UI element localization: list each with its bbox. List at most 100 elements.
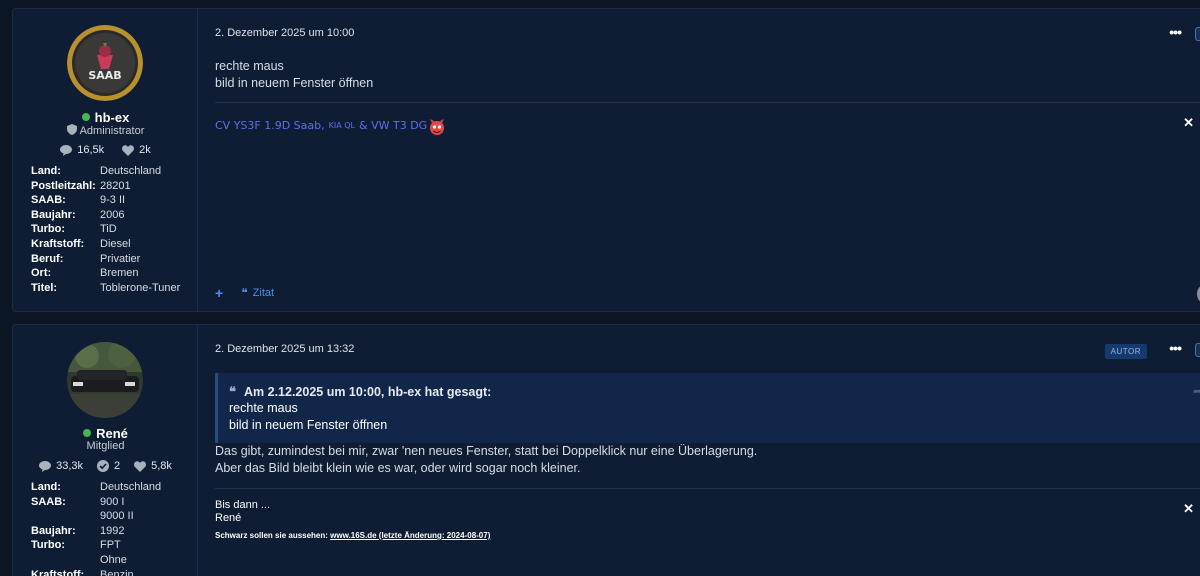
field-key: [31, 553, 100, 568]
user-field-row: Titel: Toblerone-Tuner: [31, 281, 180, 296]
user-field-row: Ort: Bremen: [31, 266, 180, 281]
post-1: SAAB hb-ex Administrator 16,5k 2k Land: D…: [12, 8, 1200, 312]
post-2: René Mitglied 33,3k 2 5,8k Land: Deutschl…: [12, 324, 1200, 576]
like-count-value: 2k: [139, 144, 151, 156]
username-text[interactable]: hb-ex: [95, 110, 130, 125]
select-checkbox[interactable]: [1195, 343, 1200, 357]
field-value: Bremen: [100, 267, 139, 280]
post-author-sidebar: René Mitglied 33,3k 2 5,8k Land: Deutschl…: [13, 325, 198, 576]
solution-count-value: 2: [114, 460, 121, 472]
quote-icon: ❝: [229, 384, 236, 399]
post-content: 2. Dezember 2025 um 10:00 ••• rechte mau…: [199, 9, 1200, 311]
signature: Bis dann ... René: [215, 499, 270, 525]
field-value: 900 I: [100, 495, 125, 508]
post-date[interactable]: 2. Dezember 2025 um 10:00: [215, 27, 354, 39]
quote-header[interactable]: ❝ Am 2.12.2025 um 10:00, hb-ex hat gesag…: [229, 384, 491, 400]
quote-button[interactable]: ❝ Zitat: [241, 286, 274, 300]
avatar[interactable]: [67, 342, 143, 418]
quote-body: rechte maus bild in neuem Fenster öffnen: [229, 400, 387, 433]
field-value: Deutschland: [100, 481, 162, 493]
field-key: Ort:: [31, 267, 52, 280]
user-role-text: Administrator: [79, 125, 145, 137]
field-key: Land:: [31, 165, 61, 177]
user-field-row: Kraftstoff: Benzin: [31, 568, 161, 576]
user-stats: 16,5k 2k: [13, 144, 198, 156]
field-value: Diesel: [100, 237, 131, 250]
signature-text[interactable]: & VW T3 DG: [359, 119, 427, 132]
username[interactable]: René: [13, 426, 198, 441]
signature-divider: [215, 102, 1200, 103]
message-count[interactable]: 33,3k: [39, 460, 83, 472]
field-value: Toblerone-Tuner: [100, 281, 181, 294]
message-count[interactable]: 16,5k: [60, 144, 104, 156]
quote-block: ❝ Am 2.12.2025 um 10:00, hb-ex hat gesag…: [215, 373, 1200, 443]
quote-line: rechte maus: [229, 401, 298, 415]
username-text[interactable]: René: [96, 426, 128, 441]
username[interactable]: hb-ex: [13, 110, 198, 125]
like-count[interactable]: 2k: [122, 144, 151, 156]
select-checkbox[interactable]: [1195, 27, 1200, 41]
solution-count[interactable]: 2: [97, 460, 120, 472]
field-key: Kraftstoff:: [31, 568, 85, 576]
message-line: bild in neuem Fenster öffnen: [215, 75, 374, 90]
field-value: Deutschland: [100, 165, 162, 177]
heart-icon: [122, 144, 135, 156]
post-date[interactable]: 2. Dezember 2025 um 13:32: [215, 343, 354, 355]
field-key: Postleitzahl:: [31, 179, 96, 192]
signature-line: Bis dann ...: [215, 499, 271, 511]
plus-button[interactable]: +: [215, 285, 223, 301]
signature-link[interactable]: CV YS3F 1.9D Saab, KIA QL & VW T3 DG: [215, 114, 446, 136]
signature-website-link[interactable]: www.16S.de (letzte Änderung: 2024-08-07): [330, 531, 490, 540]
checkmark-circle-icon: [97, 460, 109, 472]
more-options-icon[interactable]: •••: [1169, 340, 1182, 356]
post-message: rechte maus bild in neuem Fenster öffnen: [215, 58, 373, 91]
field-value: FPT: [100, 539, 121, 552]
user-field-row: Land: Deutschland: [31, 480, 161, 495]
user-field-row: 9000 II: [31, 509, 161, 524]
share-icon[interactable]: ➦: [1193, 384, 1200, 398]
quote-button-label: Zitat: [252, 287, 275, 299]
chat-bubble-icon: [39, 460, 52, 472]
signature-divider: [215, 488, 1200, 489]
close-icon[interactable]: ✕: [1183, 501, 1194, 517]
message-count-value: 33,3k: [56, 460, 83, 472]
post-content: 2. Dezember 2025 um 13:32 AUTOR ••• ❝ Am…: [199, 325, 1200, 576]
field-key: Turbo:: [31, 223, 66, 236]
field-value: 28201: [100, 179, 131, 192]
signature-small-text: Schwarz sollen sie aussehen: www.16S.de …: [215, 531, 490, 540]
field-value: Benzin: [100, 568, 134, 576]
user-field-row: Beruf: Privatier: [31, 252, 180, 267]
avatar[interactable]: SAAB: [67, 25, 143, 101]
field-key: Turbo:: [31, 539, 66, 552]
user-field-row: Kraftstoff: Diesel: [31, 237, 180, 252]
user-field-row: Turbo: TiD: [31, 222, 180, 237]
close-icon[interactable]: ✕: [1183, 115, 1194, 131]
more-options-icon[interactable]: •••: [1169, 24, 1182, 40]
user-field-row: Postleitzahl: 28201: [31, 179, 180, 194]
like-count-value: 5,8k: [151, 460, 172, 472]
field-value: 1992: [100, 524, 125, 537]
like-count[interactable]: 5,8k: [134, 460, 172, 472]
author-badge: AUTOR: [1104, 344, 1147, 359]
field-key: SAAB:: [31, 194, 66, 207]
signature-text-small[interactable]: KIA QL: [329, 121, 355, 130]
user-field-row: Baujahr: 2006: [31, 208, 180, 223]
signature-small-prefix: Schwarz sollen sie aussehen:: [215, 531, 328, 540]
field-key: Beruf:: [31, 252, 64, 265]
smiley-devil-icon: [430, 119, 445, 135]
signature-controls: ✕ ▼: [1183, 115, 1200, 131]
field-key: SAAB:: [31, 495, 66, 508]
message-line: Das gibt, zumindest bei mir, zwar 'nen n…: [215, 444, 758, 458]
user-field-row: Ohne: [31, 553, 161, 568]
heart-icon: [134, 460, 147, 472]
user-field-row: SAAB: 900 I: [31, 495, 161, 510]
message-count-value: 16,5k: [77, 144, 105, 156]
shield-icon: [66, 124, 77, 135]
user-stats: 33,3k 2 5,8k: [13, 460, 198, 472]
signature-text[interactable]: CV YS3F 1.9D Saab,: [215, 119, 325, 132]
field-key: Titel:: [31, 281, 58, 294]
field-key: Baujahr:: [31, 524, 76, 537]
field-value: 9000 II: [100, 510, 134, 523]
field-key: Kraftstoff:: [31, 237, 85, 250]
quote-header-text[interactable]: Am 2.12.2025 um 10:00, hb-ex hat gesagt:: [244, 385, 491, 399]
